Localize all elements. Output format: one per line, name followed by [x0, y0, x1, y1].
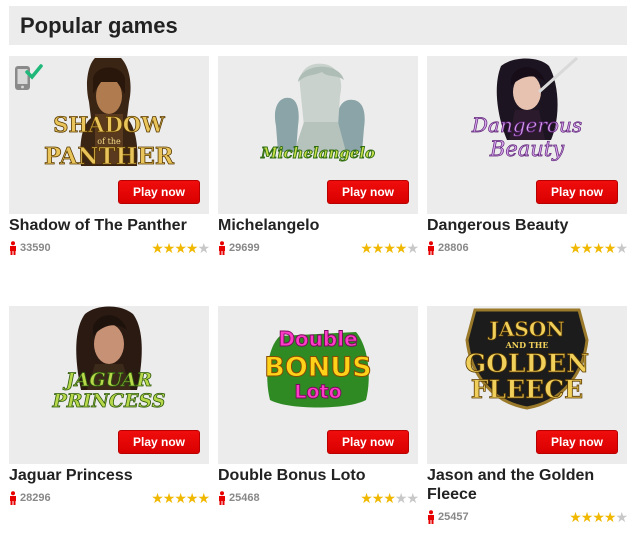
game-card[interactable]: Michelangelo Play now Michelangelo 29699… — [218, 56, 419, 256]
svg-text:PRINCESS: PRINCESS — [52, 390, 166, 412]
game-card[interactable]: SHADOW of the PANTHER Play now Shadow of… — [9, 56, 210, 256]
game-card[interactable]: Double BONUS Loto Play now Double Bonus … — [218, 306, 419, 506]
svg-text:Dangerous: Dangerous — [471, 113, 582, 137]
player-count: 28806 — [427, 241, 469, 255]
game-title[interactable]: Dangerous Beauty — [427, 216, 627, 235]
svg-text:PANTHER: PANTHER — [44, 143, 175, 170]
game-card[interactable]: Dangerous Beauty Play now Dangerous Beau… — [427, 56, 628, 256]
star-icon: ★ — [592, 240, 605, 256]
svg-text:GOLDEN: GOLDEN — [465, 349, 589, 378]
game-card[interactable]: JAGUAR PRINCESS Play now Jaguar Princess… — [9, 306, 210, 506]
game-thumbnail[interactable]: JAGUAR PRINCESS Play now — [9, 306, 209, 464]
section-header: Popular games — [9, 6, 627, 45]
play-now-button[interactable]: Play now — [327, 180, 409, 204]
rating-stars: ★ ★ ★ ★ ★ — [360, 240, 419, 256]
star-icon: ★ — [371, 490, 385, 506]
star-icon: ★ — [603, 509, 617, 525]
rating-stars: ★ ★ ★ ★ ★ — [151, 490, 210, 506]
game-title[interactable]: Jaguar Princess — [9, 466, 209, 485]
rating-stars: ★ ★ ★ ★ ★ — [569, 240, 628, 256]
star-icon: ★ — [174, 490, 187, 506]
section-title: Popular games — [20, 12, 178, 38]
player-count: 28296 — [9, 491, 51, 505]
star-icon: ★ — [151, 240, 164, 256]
star-icon: ★ — [383, 240, 396, 256]
game-title[interactable]: Double Bonus Loto — [218, 466, 418, 485]
game-card[interactable]: JASON AND THE GOLDEN FLEECE Play now Jas… — [427, 306, 628, 525]
star-icon: ★ — [615, 240, 628, 256]
star-icon: ★ — [197, 490, 210, 506]
star-icon: ★ — [580, 509, 594, 525]
svg-text:JASON: JASON — [487, 317, 564, 341]
svg-text:Michelangelo: Michelangelo — [260, 144, 375, 162]
player-icon — [10, 241, 16, 255]
star-icon: ★ — [603, 240, 617, 256]
player-count-value: 33590 — [20, 242, 51, 254]
star-icon: ★ — [371, 240, 385, 256]
player-icon — [428, 241, 434, 255]
svg-text:Beauty: Beauty — [489, 137, 565, 161]
star-icon: ★ — [360, 240, 373, 256]
star-icon: ★ — [383, 490, 396, 506]
svg-text:JAGUAR: JAGUAR — [63, 369, 152, 391]
star-icon: ★ — [162, 490, 176, 506]
star-icon: ★ — [185, 490, 199, 506]
star-icon: ★ — [580, 240, 594, 256]
game-thumbnail[interactable]: Double BONUS Loto Play now — [218, 306, 418, 464]
player-count: 33590 — [9, 241, 51, 255]
star-icon: ★ — [151, 490, 164, 506]
star-icon: ★ — [185, 240, 199, 256]
play-now-button[interactable]: Play now — [118, 180, 200, 204]
game-thumbnail[interactable]: Michelangelo Play now — [218, 56, 418, 214]
player-count-value: 25468 — [229, 492, 260, 504]
star-icon: ★ — [569, 240, 582, 256]
star-icon: ★ — [162, 240, 176, 256]
game-title[interactable]: Jason and the Golden Fleece — [427, 466, 627, 504]
star-icon: ★ — [174, 240, 187, 256]
player-count: 25468 — [218, 491, 260, 505]
game-thumbnail[interactable]: JASON AND THE GOLDEN FLEECE Play now — [427, 306, 627, 464]
player-icon — [10, 491, 16, 505]
mobile-compatible-icon — [15, 64, 43, 90]
player-count-value: 29699 — [229, 242, 260, 254]
play-now-button[interactable]: Play now — [118, 430, 200, 454]
svg-text:Loto: Loto — [294, 381, 341, 403]
star-icon: ★ — [394, 490, 408, 506]
game-thumbnail[interactable]: SHADOW of the PANTHER Play now — [9, 56, 209, 214]
rating-stars: ★ ★ ★ ★ ★ — [569, 509, 628, 525]
player-count: 25457 — [427, 510, 469, 524]
player-count-value: 25457 — [438, 511, 469, 523]
rating-stars: ★ ★ ★ ★ ★ — [360, 490, 419, 506]
play-now-button[interactable]: Play now — [327, 430, 409, 454]
star-icon: ★ — [406, 240, 419, 256]
game-thumbnail[interactable]: Dangerous Beauty Play now — [427, 56, 627, 214]
star-icon: ★ — [592, 509, 605, 525]
game-title[interactable]: Shadow of The Panther — [9, 216, 209, 235]
svg-text:SHADOW: SHADOW — [53, 112, 165, 137]
svg-text:Double: Double — [278, 327, 357, 351]
star-icon: ★ — [406, 490, 419, 506]
star-icon: ★ — [615, 509, 628, 525]
player-count: 29699 — [218, 241, 260, 255]
player-icon — [219, 491, 225, 505]
rating-stars: ★ ★ ★ ★ ★ — [151, 240, 210, 256]
star-icon: ★ — [197, 240, 210, 256]
play-now-button[interactable]: Play now — [536, 430, 618, 454]
player-icon — [428, 510, 434, 524]
star-icon: ★ — [394, 240, 408, 256]
play-now-button[interactable]: Play now — [536, 180, 618, 204]
svg-text:FLEECE: FLEECE — [471, 375, 583, 404]
player-count-value: 28296 — [20, 492, 51, 504]
svg-text:BONUS: BONUS — [264, 352, 372, 383]
player-count-value: 28806 — [438, 242, 469, 254]
star-icon: ★ — [569, 509, 582, 525]
player-icon — [219, 241, 225, 255]
star-icon: ★ — [360, 490, 373, 506]
game-title[interactable]: Michelangelo — [218, 216, 418, 235]
